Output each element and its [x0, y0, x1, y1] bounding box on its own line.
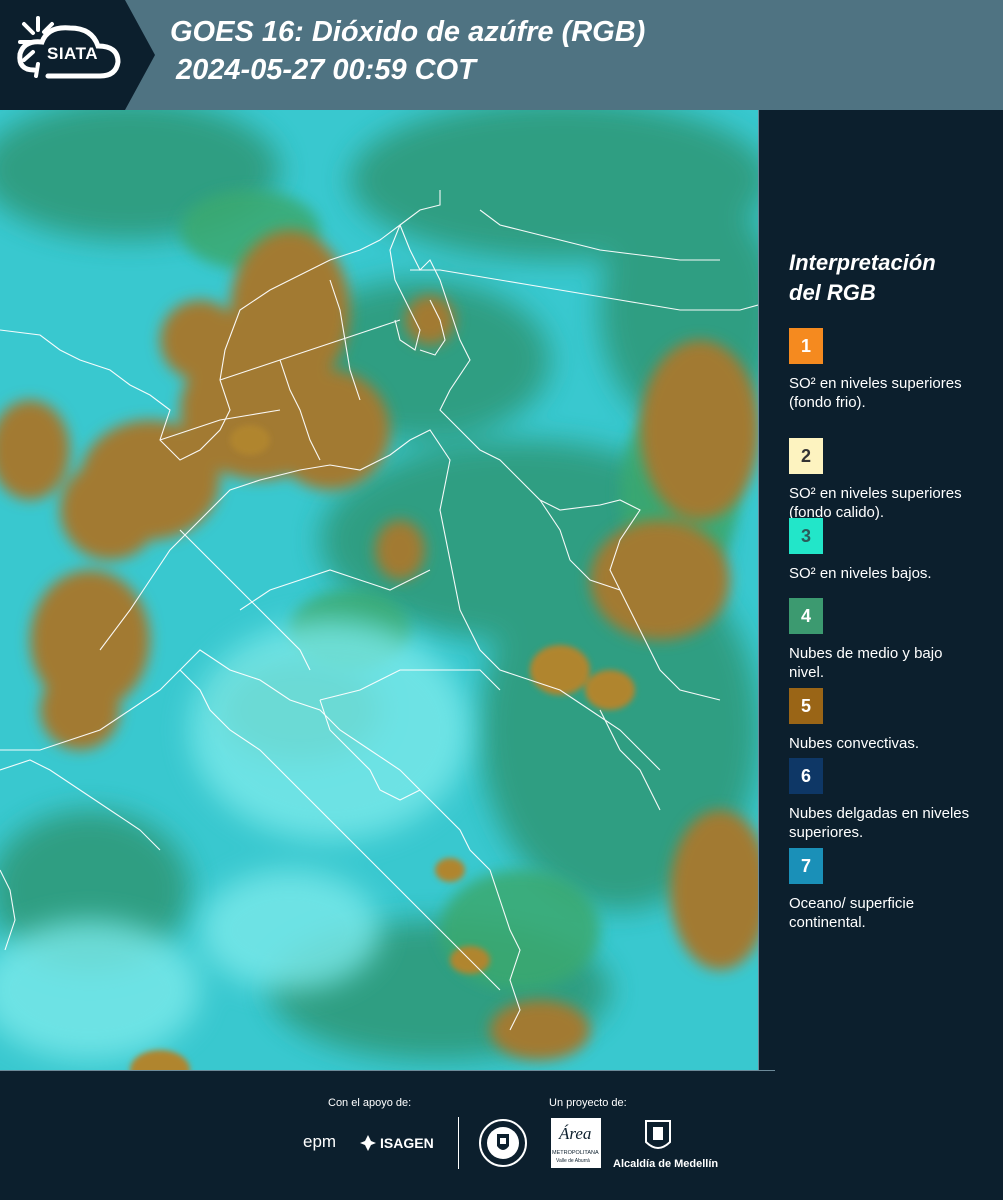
legend-item-7: 7 Oceano/ superficie continental. — [789, 848, 979, 932]
satellite-image — [0, 110, 758, 1070]
legend-swatch: 7 — [789, 848, 823, 884]
legend-swatch: 3 — [789, 518, 823, 554]
footer-separator — [458, 1117, 459, 1169]
legend-title-line2: del RGB — [789, 280, 876, 305]
isagen-logo[interactable]: ISAGEN — [380, 1135, 434, 1151]
legend-swatch: 2 — [789, 438, 823, 474]
legend-item-4: 4 Nubes de medio y bajo nivel. — [789, 598, 979, 682]
legend-item-6: 6 Nubes delgadas en niveles superiores. — [789, 758, 979, 842]
legend-item-1: 1 SO² en niveles superiores (fondo frio). — [789, 328, 979, 412]
legend-label: Oceano/ superficie continental. — [789, 895, 915, 931]
legend-swatch: 1 — [789, 328, 823, 364]
legend-title-line1: Interpretación — [789, 250, 936, 275]
area-logo-sub2: Valle de Aburrá — [556, 1158, 590, 1164]
footer: Con el apoyo de: Un proyecto de: epm ISA… — [0, 1070, 1003, 1200]
legend-label: Nubes de medio y bajo nivel. — [789, 645, 943, 681]
legend-item-5: 5 Nubes convectivas. — [789, 688, 979, 753]
legend-swatch: 4 — [789, 598, 823, 634]
legend-label: SO² en niveles bajos. — [789, 565, 932, 582]
alcaldia-logo-text[interactable]: Alcaldía de Medellín — [613, 1158, 718, 1170]
legend-swatch: 6 — [789, 758, 823, 794]
header-bar: SIATA GOES 16: Dióxido de azúfre (RGB) 2… — [0, 0, 1003, 110]
page-timestamp: 2024-05-27 00:59 COT — [176, 54, 476, 86]
page-title: GOES 16: Dióxido de azúfre (RGB) — [170, 16, 646, 48]
logo-text: SIATA — [47, 44, 98, 63]
medellin-seal-icon[interactable] — [478, 1118, 528, 1168]
siata-logo[interactable]: SIATA — [0, 0, 155, 110]
area-logo-text: Área — [559, 1124, 592, 1143]
legend-item-2: 2 SO² en niveles superiores (fondo calido… — [789, 438, 979, 522]
support-label: Con el apoyo de: — [328, 1097, 412, 1109]
area-logo-sub: METROPOLITANA — [552, 1150, 599, 1156]
project-label: Un proyecto de: — [549, 1097, 627, 1109]
satellite-map[interactable] — [0, 110, 759, 1070]
legend-title: Interpretación del RGB — [789, 248, 995, 308]
legend-label: Nubes delgadas en niveles superiores. — [789, 805, 970, 841]
legend: Interpretación del RGB 1 SO² en niveles s… — [775, 248, 995, 931]
legend-label: Nubes convectivas. — [789, 735, 920, 752]
footer-divider — [0, 1070, 775, 1071]
legend-item-3: 3 SO² en niveles bajos. — [789, 518, 979, 583]
legend-label: SO² en niveles superiores (fondo frio). — [789, 375, 962, 411]
alcaldia-shield-icon — [645, 1120, 671, 1149]
isagen-icon — [360, 1135, 376, 1151]
legend-swatch: 5 — [789, 688, 823, 724]
epm-logo[interactable]: epm — [303, 1132, 336, 1152]
legend-label: SO² en niveles superiores (fondo calido)… — [789, 485, 962, 521]
area-metropolitana-logo[interactable]: Área METROPOLITANA Valle de Aburrá — [551, 1118, 601, 1168]
